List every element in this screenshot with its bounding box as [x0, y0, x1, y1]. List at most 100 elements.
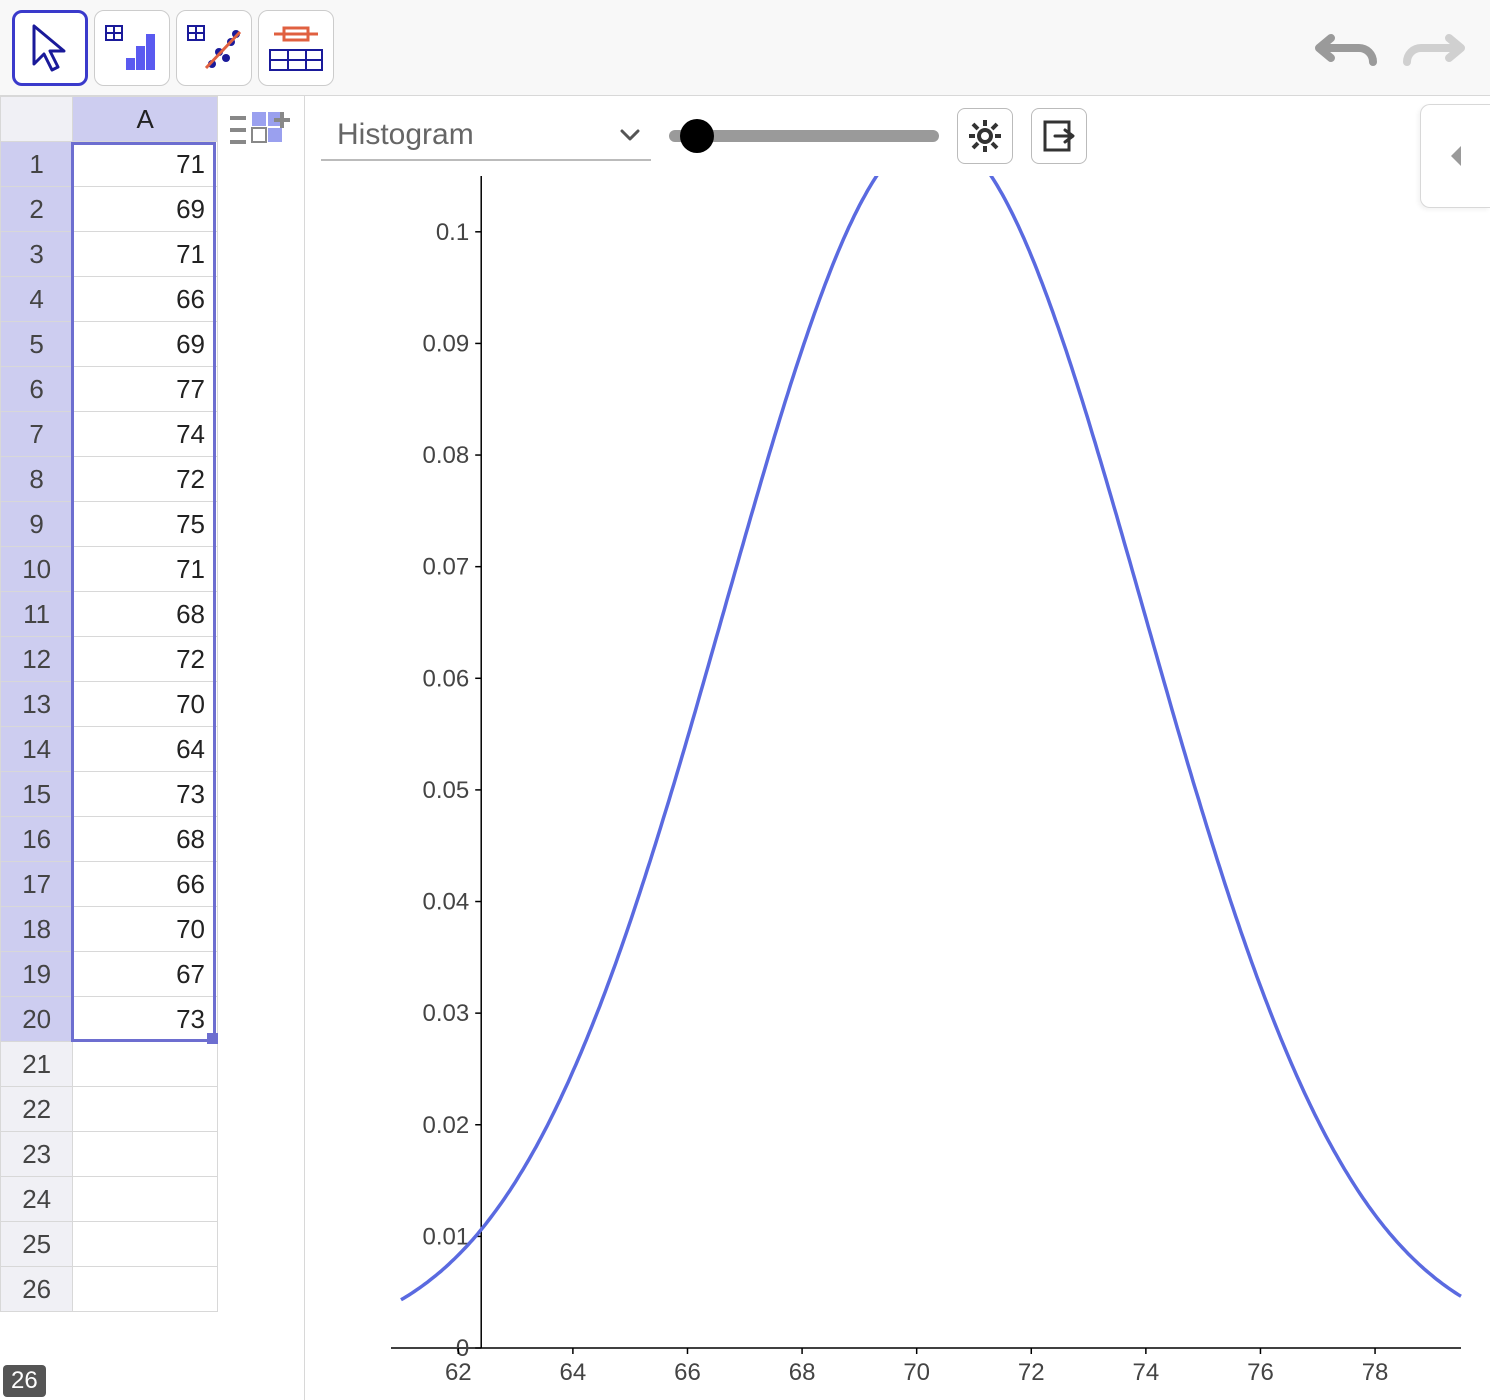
row-header[interactable]: 15	[1, 772, 73, 817]
plot-type-dropdown[interactable]: Histogram	[321, 111, 651, 161]
svg-text:0.09: 0.09	[422, 330, 469, 357]
row-header[interactable]: 7	[1, 412, 73, 457]
select-all-corner[interactable]	[1, 97, 73, 142]
svg-text:62: 62	[445, 1359, 472, 1386]
row-header[interactable]: 14	[1, 727, 73, 772]
cell[interactable]	[73, 1042, 218, 1087]
svg-text:0.02: 0.02	[422, 1112, 469, 1139]
row-header[interactable]: 2	[1, 187, 73, 232]
col-header-A[interactable]: A	[73, 97, 218, 142]
row-scroll-indicator: 26	[3, 1365, 46, 1397]
row-header[interactable]: 19	[1, 952, 73, 997]
undo-redo-group	[1310, 0, 1470, 95]
cell[interactable]	[73, 1087, 218, 1132]
row-header[interactable]: 3	[1, 232, 73, 277]
svg-text:74: 74	[1133, 1359, 1160, 1386]
cell[interactable]: 70	[73, 682, 218, 727]
cell[interactable]: 64	[73, 727, 218, 772]
redo-button[interactable]	[1400, 18, 1470, 78]
cell[interactable]: 73	[73, 772, 218, 817]
row-header[interactable]: 11	[1, 592, 73, 637]
row-header[interactable]: 4	[1, 277, 73, 322]
chevron-down-icon	[619, 124, 641, 146]
svg-text:0.08: 0.08	[422, 442, 469, 469]
svg-text:64: 64	[560, 1359, 587, 1386]
svg-text:78: 78	[1362, 1359, 1389, 1386]
class-width-slider[interactable]	[669, 111, 939, 161]
row-header[interactable]: 25	[1, 1222, 73, 1267]
redo-icon	[1403, 24, 1467, 72]
row-header[interactable]: 8	[1, 457, 73, 502]
cell[interactable]: 67	[73, 952, 218, 997]
cell[interactable]: 77	[73, 367, 218, 412]
tool-two-variable[interactable]	[176, 10, 252, 86]
row-header[interactable]: 22	[1, 1087, 73, 1132]
cell[interactable]: 73	[73, 997, 218, 1042]
cell[interactable]: 72	[73, 457, 218, 502]
plot-panel: Histogram	[305, 96, 1490, 1400]
cell[interactable]: 71	[73, 547, 218, 592]
plot-options-button[interactable]	[957, 108, 1013, 164]
row-header[interactable]: 16	[1, 817, 73, 862]
cell[interactable]	[73, 1177, 218, 1222]
svg-text:0.06: 0.06	[422, 665, 469, 692]
one-variable-icon	[104, 24, 160, 72]
tool-one-variable[interactable]	[94, 10, 170, 86]
plot-canvas[interactable]: 00.010.020.030.040.050.060.070.080.090.1…	[321, 176, 1471, 1396]
row-header[interactable]: 18	[1, 907, 73, 952]
row-header[interactable]: 6	[1, 367, 73, 412]
row-header[interactable]: 17	[1, 862, 73, 907]
row-header[interactable]: 10	[1, 547, 73, 592]
cell[interactable]: 74	[73, 412, 218, 457]
row-header[interactable]: 26	[1, 1267, 73, 1312]
multi-variable-icon	[268, 24, 324, 72]
show-data-source-button[interactable]	[222, 102, 300, 162]
plot-export-button[interactable]	[1031, 108, 1087, 164]
cell[interactable]	[73, 1267, 218, 1312]
top-toolbar	[0, 0, 1490, 96]
cell[interactable]: 71	[73, 142, 218, 187]
row-header[interactable]: 13	[1, 682, 73, 727]
cell[interactable]: 72	[73, 637, 218, 682]
cell[interactable]: 70	[73, 907, 218, 952]
data-source-icon	[228, 110, 294, 154]
cell[interactable]: 69	[73, 187, 218, 232]
svg-text:66: 66	[674, 1359, 701, 1386]
svg-text:0.1: 0.1	[436, 219, 469, 246]
undo-button[interactable]	[1310, 18, 1380, 78]
svg-text:0.04: 0.04	[422, 889, 469, 916]
row-header[interactable]: 24	[1, 1177, 73, 1222]
row-header[interactable]: 20	[1, 997, 73, 1042]
svg-text:0.03: 0.03	[422, 1000, 469, 1027]
row-header[interactable]: 12	[1, 637, 73, 682]
cell[interactable]: 68	[73, 592, 218, 637]
svg-text:70: 70	[903, 1359, 930, 1386]
triangle-left-icon	[1447, 144, 1465, 168]
row-header[interactable]: 9	[1, 502, 73, 547]
svg-text:68: 68	[789, 1359, 816, 1386]
cell[interactable]	[73, 1132, 218, 1177]
cell[interactable]: 66	[73, 862, 218, 907]
pointer-icon	[28, 22, 72, 74]
row-header[interactable]: 23	[1, 1132, 73, 1177]
gear-icon	[967, 118, 1003, 154]
cell[interactable]: 68	[73, 817, 218, 862]
cell[interactable]	[73, 1222, 218, 1267]
row-header[interactable]: 5	[1, 322, 73, 367]
export-icon	[1041, 118, 1077, 154]
svg-text:76: 76	[1247, 1359, 1274, 1386]
row-header[interactable]: 21	[1, 1042, 73, 1087]
tool-pointer[interactable]	[12, 10, 88, 86]
cell[interactable]: 69	[73, 322, 218, 367]
svg-text:0.07: 0.07	[422, 554, 469, 581]
slider-thumb[interactable]	[680, 119, 714, 153]
cell[interactable]: 66	[73, 277, 218, 322]
spreadsheet-table[interactable]: A 17126937146656967777487297510711168127…	[0, 96, 218, 1312]
plot-controls: Histogram	[321, 104, 1474, 168]
spreadsheet-panel: A 17126937146656967777487297510711168127…	[0, 96, 305, 1400]
two-variable-icon	[186, 24, 242, 72]
cell[interactable]: 71	[73, 232, 218, 277]
cell[interactable]: 75	[73, 502, 218, 547]
tool-multi-variable[interactable]	[258, 10, 334, 86]
row-header[interactable]: 1	[1, 142, 73, 187]
